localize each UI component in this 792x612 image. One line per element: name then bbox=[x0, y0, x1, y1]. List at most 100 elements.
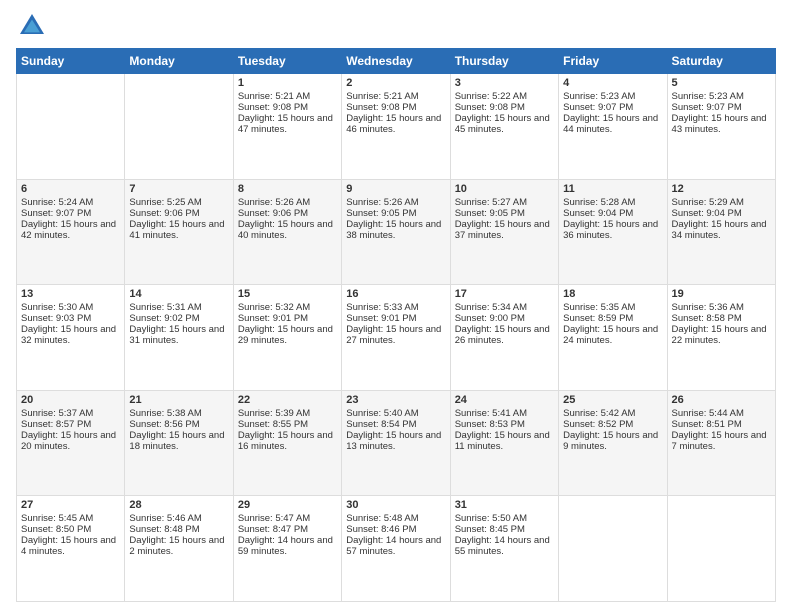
calendar-cell: 3Sunrise: 5:22 AMSunset: 9:08 PMDaylight… bbox=[450, 74, 558, 180]
calendar-week-row: 20Sunrise: 5:37 AMSunset: 8:57 PMDayligh… bbox=[17, 390, 776, 496]
day-info: Daylight: 15 hours and 40 minutes. bbox=[238, 219, 337, 241]
calendar-cell: 21Sunrise: 5:38 AMSunset: 8:56 PMDayligh… bbox=[125, 390, 233, 496]
calendar-cell: 7Sunrise: 5:25 AMSunset: 9:06 PMDaylight… bbox=[125, 179, 233, 285]
calendar-cell: 24Sunrise: 5:41 AMSunset: 8:53 PMDayligh… bbox=[450, 390, 558, 496]
day-number: 5 bbox=[672, 77, 771, 89]
calendar-cell: 4Sunrise: 5:23 AMSunset: 9:07 PMDaylight… bbox=[559, 74, 667, 180]
day-number: 12 bbox=[672, 183, 771, 195]
day-info: Sunrise: 5:31 AM bbox=[129, 302, 228, 313]
day-info: Daylight: 15 hours and 2 minutes. bbox=[129, 535, 228, 557]
day-number: 20 bbox=[21, 394, 120, 406]
day-info: Daylight: 15 hours and 20 minutes. bbox=[21, 430, 120, 452]
day-info: Sunset: 8:56 PM bbox=[129, 419, 228, 430]
day-info: Sunrise: 5:23 AM bbox=[672, 91, 771, 102]
calendar-cell: 11Sunrise: 5:28 AMSunset: 9:04 PMDayligh… bbox=[559, 179, 667, 285]
day-info: Daylight: 15 hours and 16 minutes. bbox=[238, 430, 337, 452]
day-info: Sunset: 9:01 PM bbox=[238, 313, 337, 324]
day-number: 22 bbox=[238, 394, 337, 406]
calendar-cell bbox=[667, 496, 775, 602]
day-info: Sunrise: 5:34 AM bbox=[455, 302, 554, 313]
calendar-cell: 5Sunrise: 5:23 AMSunset: 9:07 PMDaylight… bbox=[667, 74, 775, 180]
day-number: 15 bbox=[238, 288, 337, 300]
day-info: Daylight: 15 hours and 13 minutes. bbox=[346, 430, 445, 452]
day-info: Sunset: 9:00 PM bbox=[455, 313, 554, 324]
calendar-cell: 31 Sunrise: 5:50 AMSunset: 8:45 PMDayligh… bbox=[450, 496, 558, 602]
day-info: Sunrise: 5:41 AM bbox=[455, 408, 554, 419]
day-number: 2 bbox=[346, 77, 445, 89]
day-info: Daylight: 15 hours and 7 minutes. bbox=[672, 430, 771, 452]
calendar-body: 1Sunrise: 5:21 AMSunset: 9:08 PMDaylight… bbox=[17, 74, 776, 602]
day-info: Daylight: 15 hours and 26 minutes. bbox=[455, 324, 554, 346]
day-info: Sunrise: 5:28 AM bbox=[563, 197, 662, 208]
day-info: Sunrise: 5:42 AM bbox=[563, 408, 662, 419]
calendar-cell: 17Sunrise: 5:34 AMSunset: 9:00 PMDayligh… bbox=[450, 285, 558, 391]
calendar-cell: 15Sunrise: 5:32 AMSunset: 9:01 PMDayligh… bbox=[233, 285, 341, 391]
day-info: Sunrise: 5:26 AM bbox=[238, 197, 337, 208]
day-number: 31 bbox=[455, 499, 554, 511]
day-info: Sunset: 8:51 PM bbox=[672, 419, 771, 430]
day-info: Sunset: 8:57 PM bbox=[21, 419, 120, 430]
day-info: Sunrise: 5:50 AM bbox=[455, 513, 554, 524]
page: SundayMondayTuesdayWednesdayThursdayFrid… bbox=[0, 0, 792, 612]
calendar-cell: 30Sunrise: 5:48 AMSunset: 8:46 PMDayligh… bbox=[342, 496, 450, 602]
calendar-cell: 22Sunrise: 5:39 AMSunset: 8:55 PMDayligh… bbox=[233, 390, 341, 496]
day-info: Sunrise: 5:48 AM bbox=[346, 513, 445, 524]
calendar-cell bbox=[125, 74, 233, 180]
day-info: Daylight: 15 hours and 38 minutes. bbox=[346, 219, 445, 241]
calendar-table: SundayMondayTuesdayWednesdayThursdayFrid… bbox=[16, 48, 776, 602]
calendar-cell: 14Sunrise: 5:31 AMSunset: 9:02 PMDayligh… bbox=[125, 285, 233, 391]
day-info: Daylight: 15 hours and 43 minutes. bbox=[672, 113, 771, 135]
calendar-week-row: 27Sunrise: 5:45 AMSunset: 8:50 PMDayligh… bbox=[17, 496, 776, 602]
day-info: Sunset: 8:47 PM bbox=[238, 524, 337, 535]
calendar-cell: 19Sunrise: 5:36 AMSunset: 8:58 PMDayligh… bbox=[667, 285, 775, 391]
day-info: Daylight: 15 hours and 9 minutes. bbox=[563, 430, 662, 452]
day-info: Sunset: 8:52 PM bbox=[563, 419, 662, 430]
calendar-cell: 16Sunrise: 5:33 AMSunset: 9:01 PMDayligh… bbox=[342, 285, 450, 391]
calendar-cell: 1Sunrise: 5:21 AMSunset: 9:08 PMDaylight… bbox=[233, 74, 341, 180]
day-info: Sunset: 9:06 PM bbox=[238, 208, 337, 219]
day-info: Sunrise: 5:30 AM bbox=[21, 302, 120, 313]
day-info: Sunset: 8:48 PM bbox=[129, 524, 228, 535]
day-info: Sunset: 9:01 PM bbox=[346, 313, 445, 324]
day-number: 30 bbox=[346, 499, 445, 511]
day-info: Sunset: 8:59 PM bbox=[563, 313, 662, 324]
day-header: Saturday bbox=[667, 49, 775, 74]
day-info: Daylight: 15 hours and 29 minutes. bbox=[238, 324, 337, 346]
calendar-cell: 2Sunrise: 5:21 AMSunset: 9:08 PMDaylight… bbox=[342, 74, 450, 180]
calendar-cell: 10Sunrise: 5:27 AMSunset: 9:05 PMDayligh… bbox=[450, 179, 558, 285]
calendar-cell: 28Sunrise: 5:46 AMSunset: 8:48 PMDayligh… bbox=[125, 496, 233, 602]
day-info: Sunset: 8:45 PM bbox=[455, 524, 554, 535]
logo bbox=[16, 10, 52, 42]
day-info: Sunrise: 5:37 AM bbox=[21, 408, 120, 419]
day-info: Daylight: 15 hours and 18 minutes. bbox=[129, 430, 228, 452]
day-info: Sunset: 8:53 PM bbox=[455, 419, 554, 430]
day-info: Sunrise: 5:29 AM bbox=[672, 197, 771, 208]
day-header: Monday bbox=[125, 49, 233, 74]
day-info: Daylight: 15 hours and 27 minutes. bbox=[346, 324, 445, 346]
day-info: Sunrise: 5:22 AM bbox=[455, 91, 554, 102]
day-info: Sunrise: 5:21 AM bbox=[238, 91, 337, 102]
day-info: Daylight: 15 hours and 31 minutes. bbox=[129, 324, 228, 346]
calendar-cell: 25Sunrise: 5:42 AMSunset: 8:52 PMDayligh… bbox=[559, 390, 667, 496]
day-info: Sunset: 8:58 PM bbox=[672, 313, 771, 324]
day-header: Wednesday bbox=[342, 49, 450, 74]
day-info: Daylight: 14 hours and 55 minutes. bbox=[455, 535, 554, 557]
day-info: Daylight: 15 hours and 41 minutes. bbox=[129, 219, 228, 241]
day-info: Daylight: 15 hours and 45 minutes. bbox=[455, 113, 554, 135]
day-number: 26 bbox=[672, 394, 771, 406]
day-info: Sunrise: 5:33 AM bbox=[346, 302, 445, 313]
day-info: Sunrise: 5:47 AM bbox=[238, 513, 337, 524]
calendar-week-row: 1Sunrise: 5:21 AMSunset: 9:08 PMDaylight… bbox=[17, 74, 776, 180]
day-info: Daylight: 15 hours and 47 minutes. bbox=[238, 113, 337, 135]
day-info: Sunrise: 5:23 AM bbox=[563, 91, 662, 102]
day-info: Daylight: 15 hours and 32 minutes. bbox=[21, 324, 120, 346]
day-number: 4 bbox=[563, 77, 662, 89]
day-number: 7 bbox=[129, 183, 228, 195]
calendar-week-row: 13Sunrise: 5:30 AMSunset: 9:03 PMDayligh… bbox=[17, 285, 776, 391]
calendar-cell: 18Sunrise: 5:35 AMSunset: 8:59 PMDayligh… bbox=[559, 285, 667, 391]
calendar-cell: 9Sunrise: 5:26 AMSunset: 9:05 PMDaylight… bbox=[342, 179, 450, 285]
day-info: Sunset: 9:03 PM bbox=[21, 313, 120, 324]
day-number: 18 bbox=[563, 288, 662, 300]
calendar-cell bbox=[17, 74, 125, 180]
day-info: Sunset: 9:06 PM bbox=[129, 208, 228, 219]
